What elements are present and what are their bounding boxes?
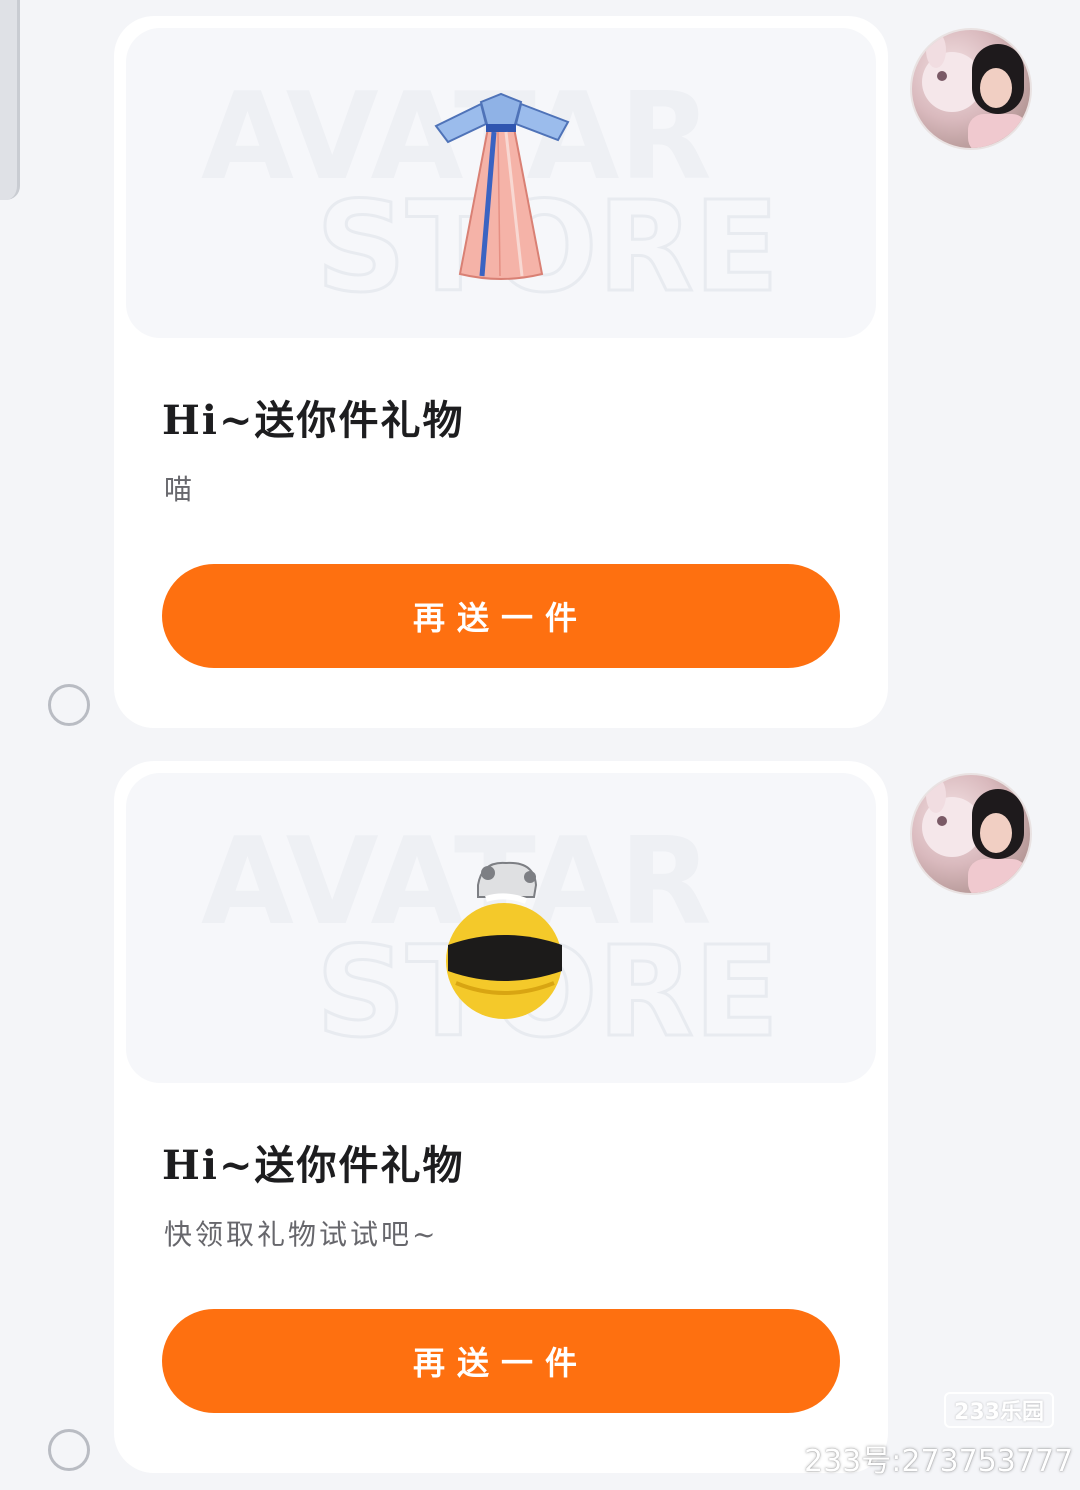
gift-title: Hi~送你件礼物 <box>162 397 465 444</box>
chat-message: AVATAR STORE Hi~送你件礼物 快领取礼物试试吧~ 再送一件 <box>0 761 1080 1473</box>
select-radio[interactable] <box>48 1429 90 1471</box>
select-radio[interactable] <box>48 684 90 726</box>
site-id-watermark: 233号:273753777 <box>804 1444 1074 1479</box>
send-again-button[interactable]: 再送一件 <box>162 1309 840 1413</box>
gift-message: 喵 <box>164 473 196 506</box>
gift-message: 快领取礼物试试吧~ <box>164 1218 439 1251</box>
avatar[interactable] <box>910 773 1032 895</box>
gift-preview: AVATAR STORE <box>126 28 876 338</box>
chat-message: AVATAR STORE Hi~送你件礼物 喵 再送一件 <box>0 16 1080 728</box>
gift-preview: AVATAR STORE <box>126 773 876 1083</box>
chat-page: AVATAR STORE Hi~送你件礼物 喵 再送一件 <box>0 0 1080 1490</box>
gift-title: Hi~送你件礼物 <box>162 1142 465 1189</box>
hanfu-dress-icon <box>434 92 570 280</box>
site-logo-watermark: 233乐园 <box>944 1392 1054 1428</box>
avatar[interactable] <box>910 28 1032 150</box>
bee-bag-icon <box>446 861 562 1019</box>
gift-card: AVATAR STORE Hi~送你件礼物 喵 再送一件 <box>114 16 888 728</box>
gift-card: AVATAR STORE Hi~送你件礼物 快领取礼物试试吧~ 再送一件 <box>114 761 888 1473</box>
send-again-button[interactable]: 再送一件 <box>162 564 840 668</box>
